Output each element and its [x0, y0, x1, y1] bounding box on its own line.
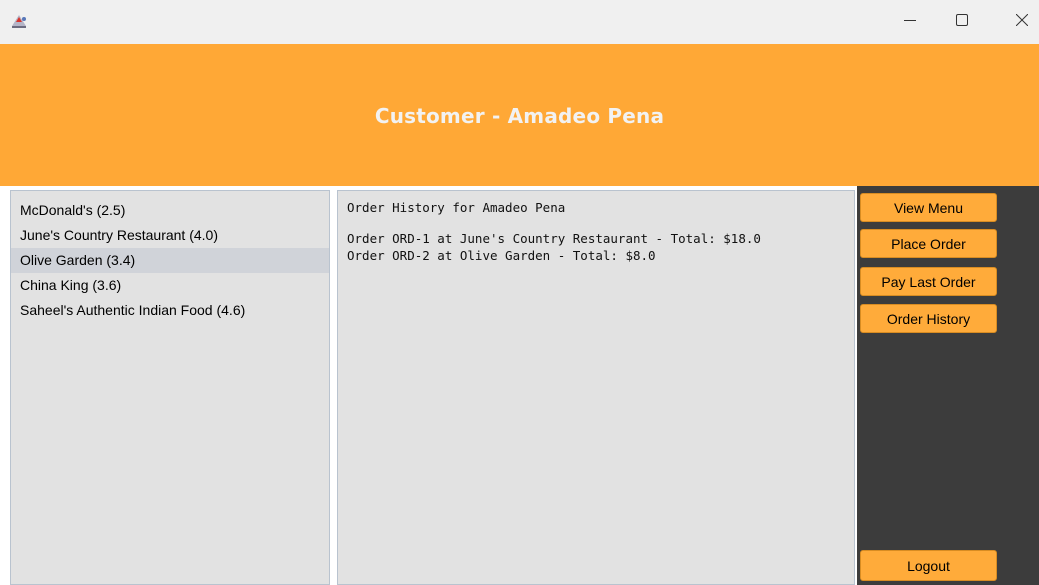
- minimize-icon: [904, 13, 916, 31]
- close-button[interactable]: [999, 0, 1039, 44]
- pay-last-order-button[interactable]: Pay Last Order: [860, 267, 997, 296]
- list-item[interactable]: June's Country Restaurant (4.0): [11, 223, 329, 248]
- history-spacer: [347, 216, 854, 230]
- title-bar: [0, 0, 1039, 44]
- history-order-line: Order ORD-1 at June's Country Restaurant…: [347, 231, 761, 246]
- list-item-selected[interactable]: Olive Garden (3.4): [11, 248, 329, 273]
- restaurant-list[interactable]: McDonald's (2.5) June's Country Restaura…: [10, 190, 330, 585]
- action-panel: View Menu Place Order Pay Last Order Ord…: [857, 186, 1039, 585]
- view-menu-button[interactable]: View Menu: [860, 193, 997, 222]
- history-order-line: Order ORD-2 at Olive Garden - Total: $8.…: [347, 248, 656, 263]
- place-order-button[interactable]: Place Order: [860, 229, 997, 258]
- list-item[interactable]: Saheel's Authentic Indian Food (4.6): [11, 298, 329, 323]
- maximize-button[interactable]: [939, 0, 985, 44]
- order-history-button[interactable]: Order History: [860, 304, 997, 333]
- header-banner: Customer - Amadeo Pena: [0, 44, 1039, 186]
- list-item[interactable]: McDonald's (2.5): [11, 198, 329, 223]
- maximize-icon: [956, 13, 968, 31]
- minimize-button[interactable]: [887, 0, 933, 44]
- close-icon: [1015, 13, 1029, 31]
- order-history-textarea[interactable]: Order History for Amadeo Pena Order ORD-…: [337, 190, 855, 585]
- logout-button[interactable]: Logout: [860, 550, 997, 581]
- list-item[interactable]: China King (3.6): [11, 273, 329, 298]
- java-app-icon: [9, 11, 29, 31]
- app-window: Customer - Amadeo Pena McDonald's (2.5) …: [0, 0, 1039, 585]
- history-heading: Order History for Amadeo Pena: [347, 200, 566, 215]
- page-title: Customer - Amadeo Pena: [374, 104, 665, 128]
